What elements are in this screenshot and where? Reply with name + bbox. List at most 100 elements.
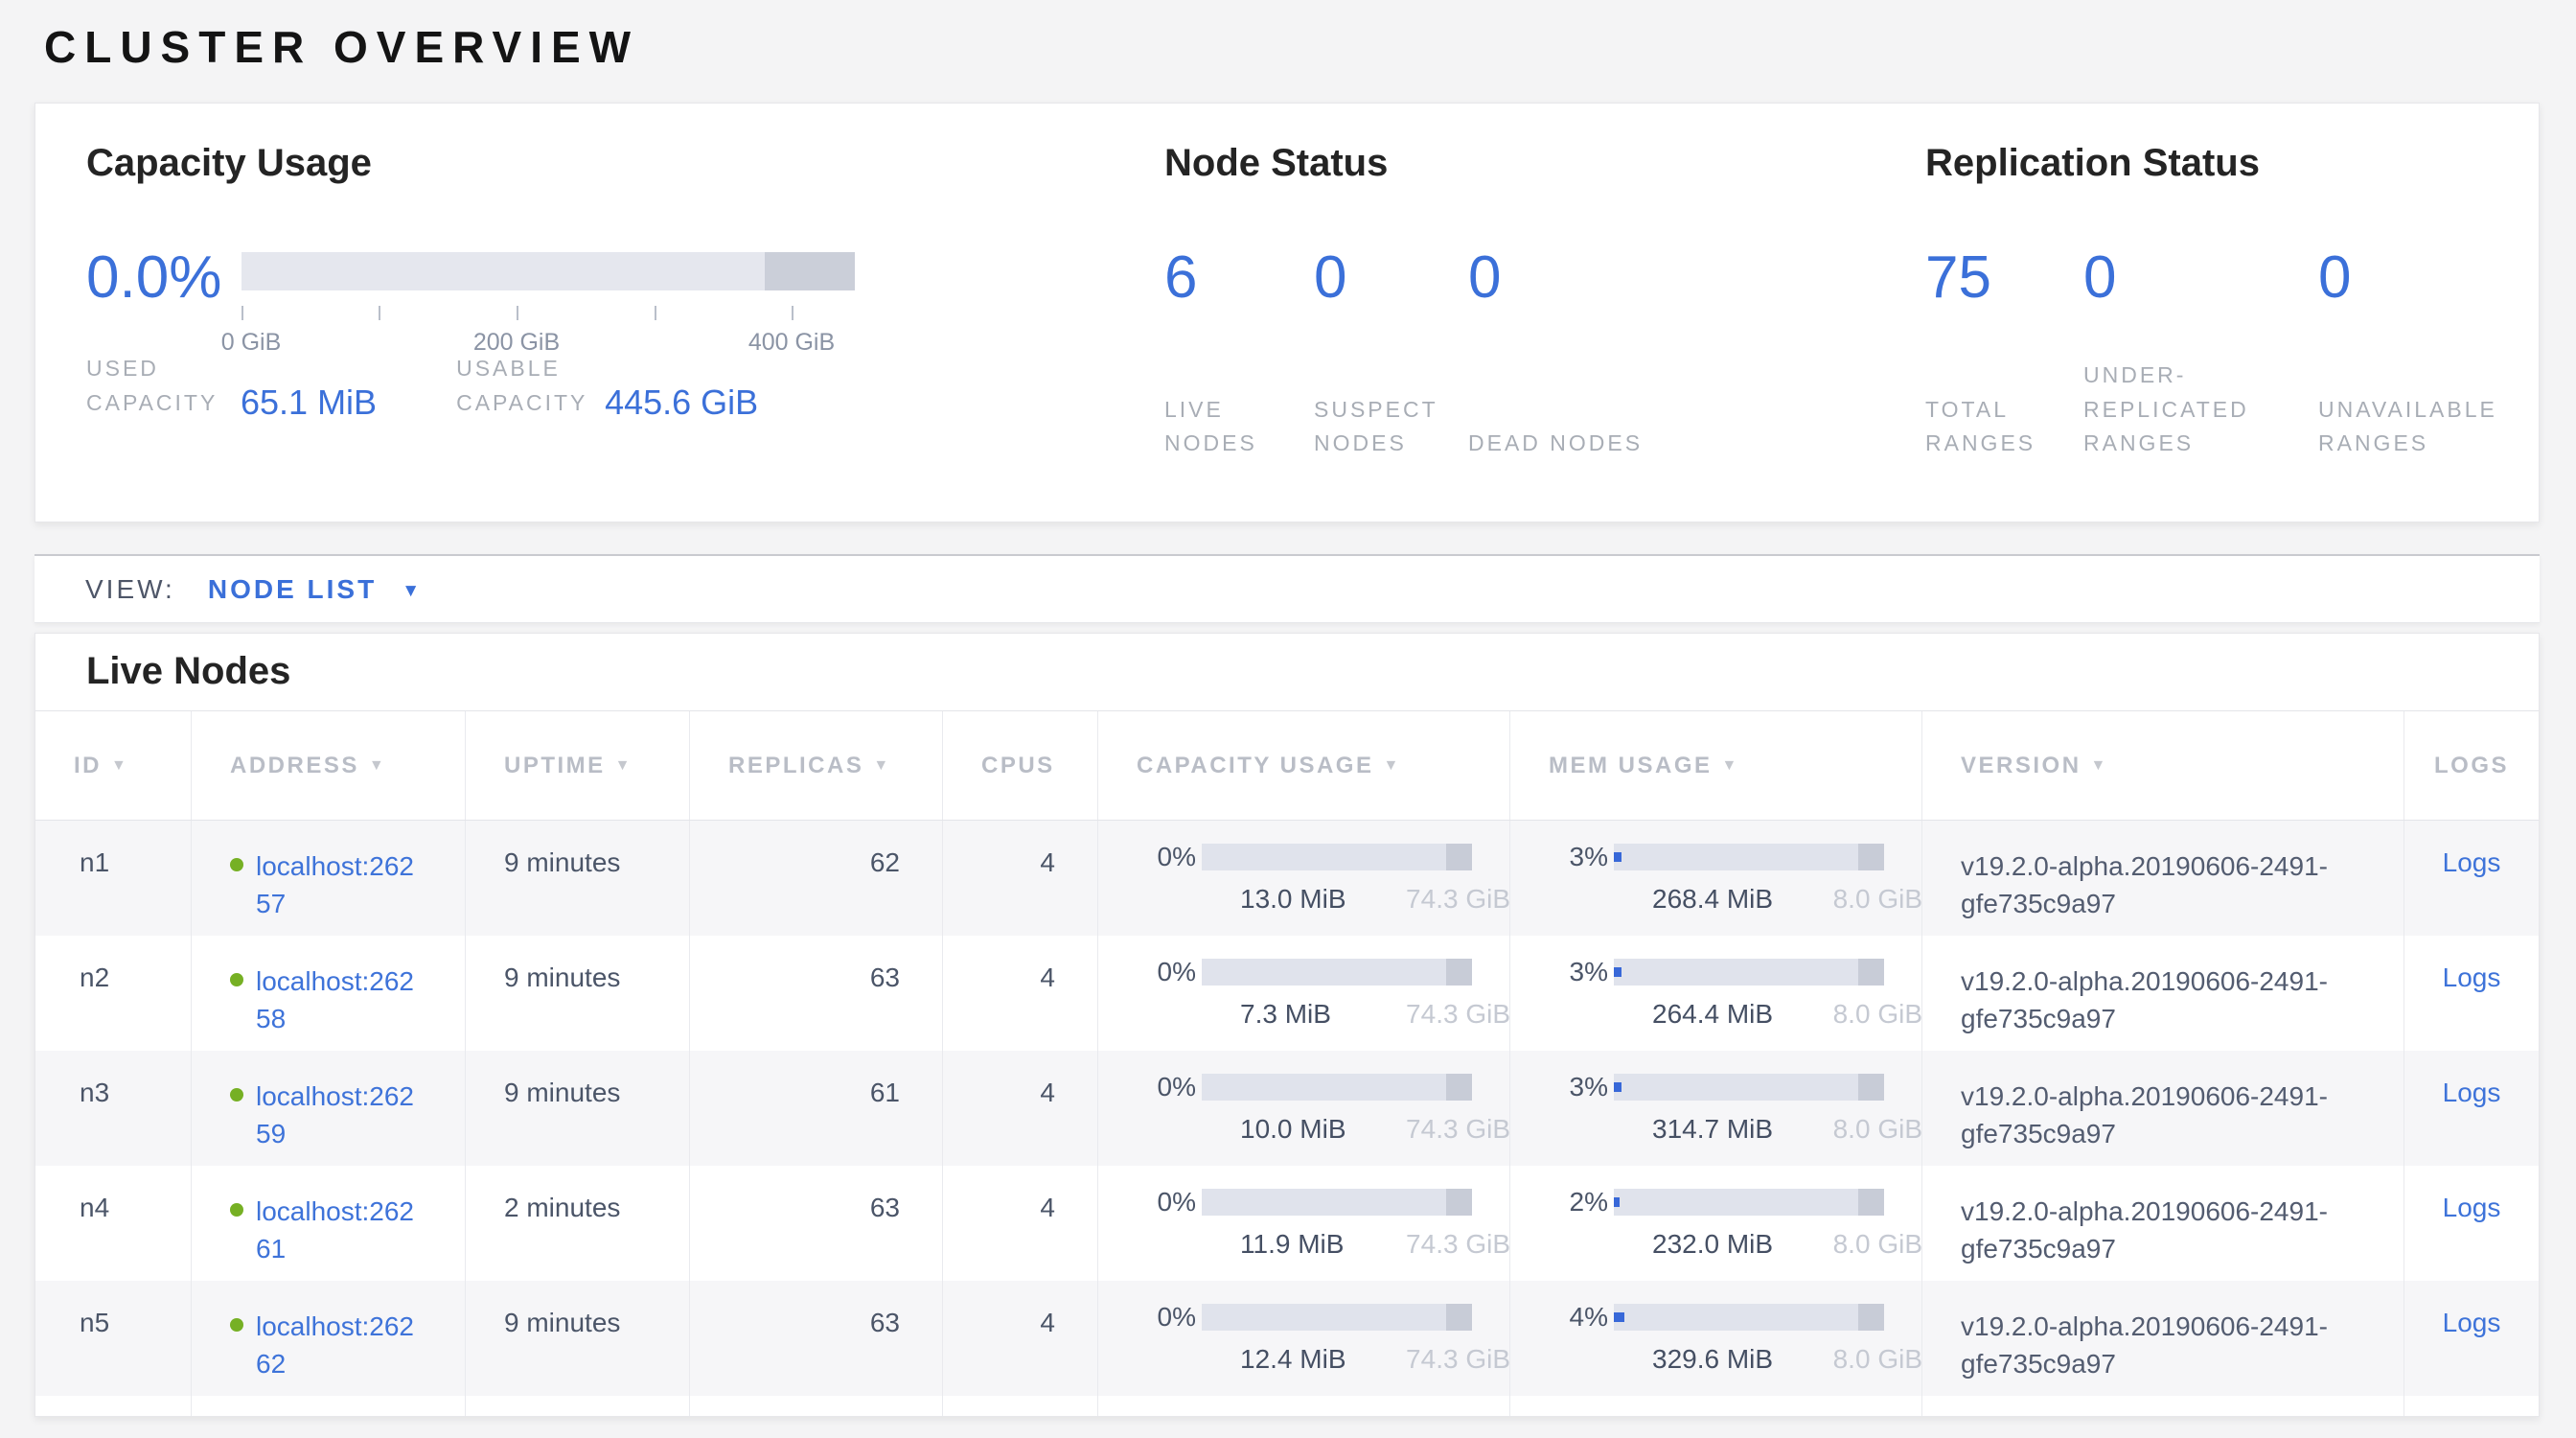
capacity-percent: 0% bbox=[1137, 1302, 1196, 1333]
node-version-cell: v19.2.0-alpha.20190606-2491-gfe735c9a97 bbox=[1921, 821, 2404, 936]
node-version-cell: v19.2.0-alpha.20190606-2491-gfe735c9a97 bbox=[1921, 1281, 2404, 1396]
live-nodes-label: LIVE NODES bbox=[1164, 393, 1314, 461]
node-address-link[interactable]: localhost:26258 bbox=[256, 963, 426, 1037]
node-replicas: 63 bbox=[689, 936, 942, 1051]
view-dropdown-value[interactable]: NODE LIST bbox=[208, 574, 377, 605]
logs-link[interactable]: Logs bbox=[2443, 1193, 2501, 1222]
sort-arrow-icon: ▼ bbox=[1383, 757, 1400, 775]
node-address-cell: localhost:26257 bbox=[191, 821, 465, 936]
table-row: n5 localhost:26262 9 minutes 63 4 0% 12.… bbox=[35, 1281, 2539, 1396]
capacity-mini-bar bbox=[1202, 844, 1472, 870]
capacity-mini-bar bbox=[1202, 1074, 1472, 1101]
node-replicas: 63 bbox=[689, 1281, 942, 1396]
node-version-cell: v19.2.0-alpha.20190606-2491-gfe735c9a97 bbox=[1921, 1166, 2404, 1281]
logs-cell: Logs bbox=[2404, 821, 2539, 936]
mem-used: 268.4 MiB bbox=[1652, 884, 1773, 915]
mem-percent: 4% bbox=[1549, 1302, 1608, 1333]
logs-cell: Logs bbox=[2404, 1166, 2539, 1281]
node-address-link[interactable]: localhost:26257 bbox=[256, 847, 426, 922]
node-address-link[interactable]: localhost:26261 bbox=[256, 1193, 426, 1267]
logs-link[interactable]: Logs bbox=[2443, 1078, 2501, 1107]
mem-total: 8.0 GiB bbox=[1833, 1229, 1922, 1260]
replication-status-section: Replication Status 75 TOTAL RANGES 0 UND… bbox=[1925, 142, 2539, 461]
capacity-mini-bar bbox=[1202, 1304, 1472, 1331]
node-cpus: 4 bbox=[942, 1166, 1097, 1281]
mem-percent: 3% bbox=[1549, 1072, 1608, 1102]
capacity-usage-cell: 0% 10.0 MiB74.3 GiB bbox=[1097, 1051, 1509, 1166]
axis-tick-label: 200 GiB bbox=[473, 329, 560, 357]
node-version: v19.2.0-alpha.20190606-2491-gfe735c9a97 bbox=[1961, 963, 2368, 1037]
node-address-link[interactable]: localhost:26259 bbox=[256, 1078, 426, 1152]
axis-tick-label: 400 GiB bbox=[748, 329, 835, 357]
sort-arrow-icon: ▼ bbox=[873, 757, 890, 775]
sort-arrow-icon: ▼ bbox=[111, 757, 128, 775]
unavailable-ranges-count: 0 bbox=[2318, 248, 2537, 308]
column-header-capacity-usage[interactable]: CAPACITY USAGE ▼ bbox=[1097, 711, 1509, 820]
capacity-total: 74.3 GiB bbox=[1406, 884, 1510, 915]
live-nodes-card: Live Nodes ID ▼ ADDRESS ▼ UPTIME ▼ REPLI… bbox=[34, 633, 2540, 1417]
node-uptime: 9 minutes bbox=[465, 1051, 689, 1166]
mem-total: 8.0 GiB bbox=[1833, 999, 1922, 1030]
column-header-uptime[interactable]: UPTIME ▼ bbox=[465, 711, 689, 820]
sort-arrow-icon: ▼ bbox=[615, 757, 632, 775]
node-id: n4 bbox=[35, 1166, 191, 1281]
used-capacity-label: USED CAPACITY bbox=[86, 352, 241, 420]
node-address-cell: localhost:26262 bbox=[191, 1281, 465, 1396]
node-version: v19.2.0-alpha.20190606-2491-gfe735c9a97 bbox=[1961, 1078, 2368, 1152]
unavailable-ranges-label: UNAVAILABLE RANGES bbox=[2318, 393, 2537, 461]
mem-used: 264.4 MiB bbox=[1652, 999, 1773, 1030]
node-version: v19.2.0-alpha.20190606-2491-gfe735c9a97 bbox=[1961, 847, 2368, 922]
column-header-replicas[interactable]: REPLICAS ▼ bbox=[689, 711, 942, 820]
node-id: n1 bbox=[35, 821, 191, 936]
mem-mini-bar bbox=[1614, 1304, 1884, 1331]
view-label: VIEW: bbox=[85, 574, 175, 605]
suspect-nodes-stat: 0 SUSPECT NODES bbox=[1314, 248, 1468, 461]
node-uptime: 9 minutes bbox=[465, 936, 689, 1051]
replication-status-title: Replication Status bbox=[1925, 142, 2539, 185]
node-live-dot bbox=[230, 1088, 243, 1102]
capacity-usage-cell: 0% 11.9 MiB74.3 GiB bbox=[1097, 1166, 1509, 1281]
node-version-cell: v19.2.0-alpha.20190606-2491-gfe735c9a97 bbox=[1921, 1051, 2404, 1166]
under-replicated-stat: 0 UNDER-REPLICATED RANGES bbox=[2083, 248, 2318, 461]
dead-nodes-label: DEAD NODES bbox=[1468, 427, 1660, 461]
axis-tick bbox=[242, 306, 243, 320]
used-capacity-stat: USED CAPACITY 65.1 MiB bbox=[86, 352, 377, 420]
logs-cell: Logs bbox=[2404, 936, 2539, 1051]
column-header-mem-usage[interactable]: MEM USAGE ▼ bbox=[1509, 711, 1921, 820]
logs-cell: Logs bbox=[2404, 1281, 2539, 1396]
page-title: CLUSTER OVERVIEW bbox=[44, 21, 639, 73]
node-status-title: Node Status bbox=[1164, 142, 1701, 185]
node-id: n2 bbox=[35, 936, 191, 1051]
logs-link[interactable]: Logs bbox=[2443, 1308, 2501, 1337]
node-cpus: 4 bbox=[942, 936, 1097, 1051]
chevron-down-icon[interactable]: ▼ bbox=[402, 581, 420, 602]
capacity-bar: 0 GiB 200 GiB 400 GiB bbox=[242, 252, 855, 308]
view-toolbar: VIEW: NODE LIST ▼ bbox=[34, 554, 2540, 623]
logs-link[interactable]: Logs bbox=[2443, 963, 2501, 992]
column-header-id[interactable]: ID ▼ bbox=[35, 711, 191, 820]
capacity-usage-cell: 0% 13.0 MiB74.3 GiB bbox=[1097, 821, 1509, 936]
view-dropdown[interactable]: NODE LIST ▼ bbox=[208, 574, 420, 605]
total-ranges-count: 75 bbox=[1925, 248, 2083, 308]
live-nodes-title: Live Nodes bbox=[86, 650, 290, 693]
column-header-label: UPTIME bbox=[504, 753, 606, 779]
mem-total: 8.0 GiB bbox=[1833, 1114, 1922, 1145]
node-address-link[interactable]: localhost:26262 bbox=[256, 1308, 426, 1382]
logs-link[interactable]: Logs bbox=[2443, 847, 2501, 877]
live-nodes-count: 6 bbox=[1164, 248, 1314, 308]
capacity-used: 12.4 MiB bbox=[1240, 1344, 1346, 1375]
column-header-address[interactable]: ADDRESS ▼ bbox=[191, 711, 465, 820]
node-address-cell: localhost:26258 bbox=[191, 936, 465, 1051]
used-capacity-value: 65.1 MiB bbox=[241, 383, 377, 423]
capacity-total: 74.3 GiB bbox=[1406, 1229, 1510, 1260]
node-id: n5 bbox=[35, 1281, 191, 1396]
capacity-mini-bar bbox=[1202, 959, 1472, 986]
axis-tick bbox=[517, 306, 518, 320]
column-header-version[interactable]: VERSION ▼ bbox=[1921, 711, 2404, 820]
table-row: n3 localhost:26259 9 minutes 61 4 0% 10.… bbox=[35, 1051, 2539, 1166]
column-header-label: REPLICAS bbox=[728, 753, 863, 779]
usable-capacity-label: USABLE CAPACITY bbox=[456, 352, 605, 420]
mem-used: 232.0 MiB bbox=[1652, 1229, 1773, 1260]
axis-tick bbox=[655, 306, 656, 320]
capacity-bar-track bbox=[242, 252, 855, 290]
